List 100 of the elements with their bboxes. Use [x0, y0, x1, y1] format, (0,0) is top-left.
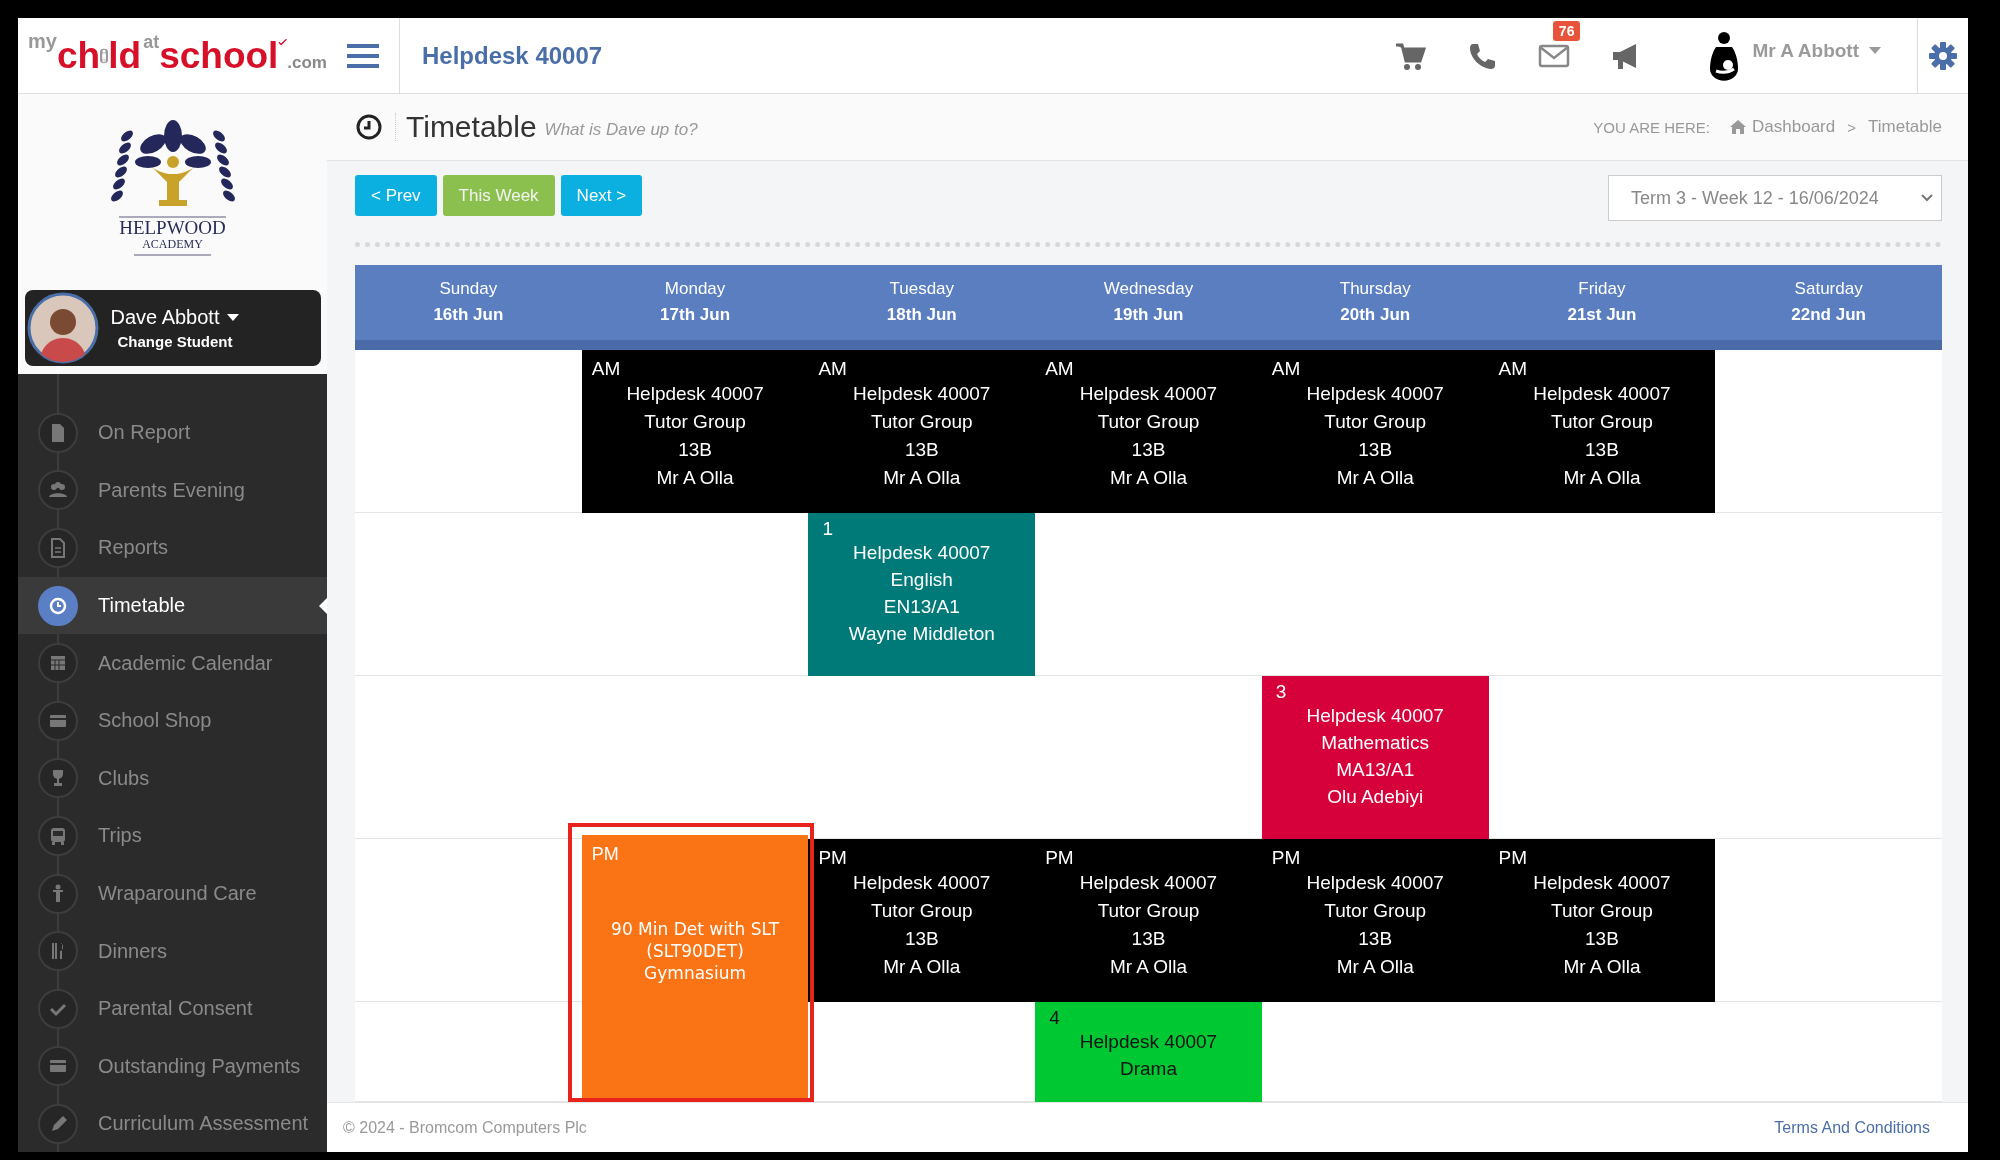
- sidebar-item[interactable]: Dinners: [18, 922, 327, 980]
- menu-item-icon: [38, 585, 78, 626]
- sidebar-item[interactable]: On Report: [18, 404, 327, 462]
- school-name: HELPWOOD: [119, 216, 226, 237]
- event-text: Tutor Group: [869, 898, 974, 923]
- event-text: 13B: [1357, 926, 1394, 951]
- event-text: Tutor Group: [869, 409, 974, 434]
- event-text: Helpdesk 40007: [1532, 381, 1672, 406]
- student-name: Dave Abbott: [110, 306, 240, 329]
- tutor-group-block[interactable]: PM Helpdesk 40007 Tutor Group 13B Mr A Olla: [1035, 838, 1262, 1002]
- period-label: AM: [591, 357, 622, 380]
- home-icon: [1730, 120, 1747, 134]
- event-text: Tutor Group: [1096, 409, 1201, 434]
- tutor-group-block[interactable]: AM Helpdesk 40007 Tutor Group 13B Mr A Olla: [1035, 349, 1262, 513]
- selection-pointer-icon: [319, 597, 327, 614]
- day-name: Saturday: [1794, 278, 1863, 301]
- sidebar-item[interactable]: Reports: [18, 519, 327, 577]
- menu-icon[interactable]: [347, 42, 379, 69]
- lesson-block[interactable]: 3 Helpdesk 40007 Mathematics MA13/A1 Olu Adebiyi: [1261, 675, 1489, 839]
- item-label: Outstanding Payments: [98, 1054, 301, 1078]
- event-text: Tutor Group: [1323, 409, 1428, 434]
- breadcrumb-link[interactable]: Timetable: [1868, 117, 1942, 137]
- tutor-group-block[interactable]: AM Helpdesk 40007 Tutor Group 13B Mr A Olla: [808, 349, 1036, 513]
- item-label: Parental Consent: [98, 997, 253, 1021]
- tutor-group-block[interactable]: PM Helpdesk 40007 Tutor Group 13B Mr A Olla: [808, 838, 1036, 1002]
- event-text: EN13/A1: [882, 594, 961, 619]
- day-name: Sunday: [439, 278, 498, 301]
- event-text: 13B: [1130, 926, 1167, 951]
- item-label: Timetable: [98, 594, 186, 618]
- week-nav-button[interactable]: Next >: [560, 175, 643, 216]
- user-menu[interactable]: Mr A Abbott: [1752, 39, 1881, 62]
- day-date: 19th Jun: [1113, 304, 1184, 327]
- period-label: PM: [818, 846, 848, 869]
- menu-item-icon: [38, 412, 78, 453]
- sidebar-item[interactable]: Parents Evening: [18, 461, 327, 520]
- item-label: Curriculum Assessment: [98, 1112, 309, 1136]
- terms-link[interactable]: Terms And Conditions: [1774, 1118, 1930, 1137]
- event-text: Drama: [1119, 1056, 1178, 1081]
- event-text: Tutor Group: [1550, 409, 1654, 434]
- period-label: AM: [818, 357, 848, 380]
- week-nav-button[interactable]: < Prev: [355, 175, 437, 216]
- menu-item-icon: [38, 1103, 78, 1144]
- sidebar-item[interactable]: Academic Calendar: [18, 634, 327, 692]
- week-dropdown[interactable]: Term 3 - Week 12 - 16/06/2024: [1608, 175, 1942, 221]
- settings-icon[interactable]: [1929, 41, 1957, 70]
- item-label: Reports: [98, 536, 169, 560]
- event-text: Mathematics: [1320, 730, 1431, 755]
- day-name: Tuesday: [889, 278, 955, 301]
- period-label: AM: [1045, 357, 1075, 380]
- event-text: Tutor Group: [1550, 898, 1654, 923]
- breadcrumb-link[interactable]: Dashboard: [1752, 117, 1836, 137]
- period-label: PM: [1498, 846, 1529, 869]
- menu-item-icon: [38, 815, 78, 856]
- day-date: 20th Jun: [1340, 304, 1411, 327]
- sidebar-item[interactable]: Parental Consent: [18, 979, 327, 1038]
- sidebar-item[interactable]: Wraparound Care: [18, 864, 327, 923]
- period-label: 1: [821, 518, 834, 539]
- sidebar-item[interactable]: Timetable: [18, 576, 327, 635]
- item-label: Wraparound Care: [98, 882, 257, 906]
- day-name: Monday: [664, 278, 726, 301]
- event-text: Helpdesk 40007: [1305, 381, 1445, 406]
- event-text: 13B: [677, 437, 713, 462]
- menu-item-icon: [38, 643, 78, 684]
- sidebar-item[interactable]: Clubs: [18, 749, 327, 808]
- event-text: Olu Adebiyi: [1326, 784, 1425, 809]
- logo-text: my: [28, 30, 57, 52]
- tutor-group-block[interactable]: PM Helpdesk 40007 Tutor Group 13B Mr A Olla: [1488, 838, 1716, 1002]
- change-student-link[interactable]: Change Student: [117, 333, 233, 350]
- event-text: MA13/A1: [1335, 757, 1416, 782]
- sidebar-item[interactable]: Outstanding Payments: [18, 1037, 327, 1096]
- period-label: PM: [591, 842, 620, 865]
- chevron-down-icon: [1921, 194, 1933, 202]
- tutor-group-block[interactable]: AM Helpdesk 40007 Tutor Group 13B Mr A Olla: [1488, 349, 1716, 513]
- event-text: 13B: [903, 926, 940, 951]
- school-subtitle: ACADEMY: [134, 237, 211, 256]
- event-text: Mr A Olla: [1335, 465, 1415, 490]
- event-text: (SLT90DET): [645, 940, 745, 963]
- tutor-group-block[interactable]: PM Helpdesk 40007 Tutor Group 13B Mr A Olla: [1261, 838, 1489, 1002]
- logo-text: ch: [56, 37, 101, 74]
- logo-text: .com: [287, 53, 327, 73]
- sidebar-item[interactable]: School Shop: [18, 691, 327, 750]
- sidebar-item[interactable]: Trips: [18, 807, 327, 865]
- tutor-group-block[interactable]: AM Helpdesk 40007 Tutor Group 13B Mr A Olla: [1261, 349, 1489, 513]
- caret-icon: [1869, 46, 1881, 55]
- item-label: Clubs: [98, 766, 150, 790]
- menu-item-icon: [38, 528, 78, 568]
- tutor-group-block[interactable]: AM Helpdesk 40007 Tutor Group 13B Mr A Olla: [581, 349, 809, 513]
- lesson-block[interactable]: 1 Helpdesk 40007 English EN13/A1 Wayne Middleton: [808, 512, 1036, 676]
- day-date: 22nd Jun: [1791, 304, 1866, 327]
- copyright-text: © 2024 - Bromcom Computers Plc: [343, 1118, 587, 1137]
- event-text: Gymnasium: [643, 962, 747, 985]
- event-text: English: [889, 567, 954, 592]
- event-text: 13B: [1357, 437, 1394, 462]
- event-text: Tutor Group: [1323, 898, 1428, 923]
- event-text: Helpdesk 40007: [852, 540, 992, 565]
- sidebar-item[interactable]: Curriculum Assessment: [18, 1095, 327, 1152]
- event-text: Mr A Olla: [1562, 465, 1642, 490]
- student-switcher[interactable]: Dave Abbott Change Student: [24, 290, 321, 366]
- lesson-block[interactable]: 4 Helpdesk 40007 Drama: [1035, 1001, 1262, 1102]
- event-text: Helpdesk 40007: [852, 870, 992, 895]
